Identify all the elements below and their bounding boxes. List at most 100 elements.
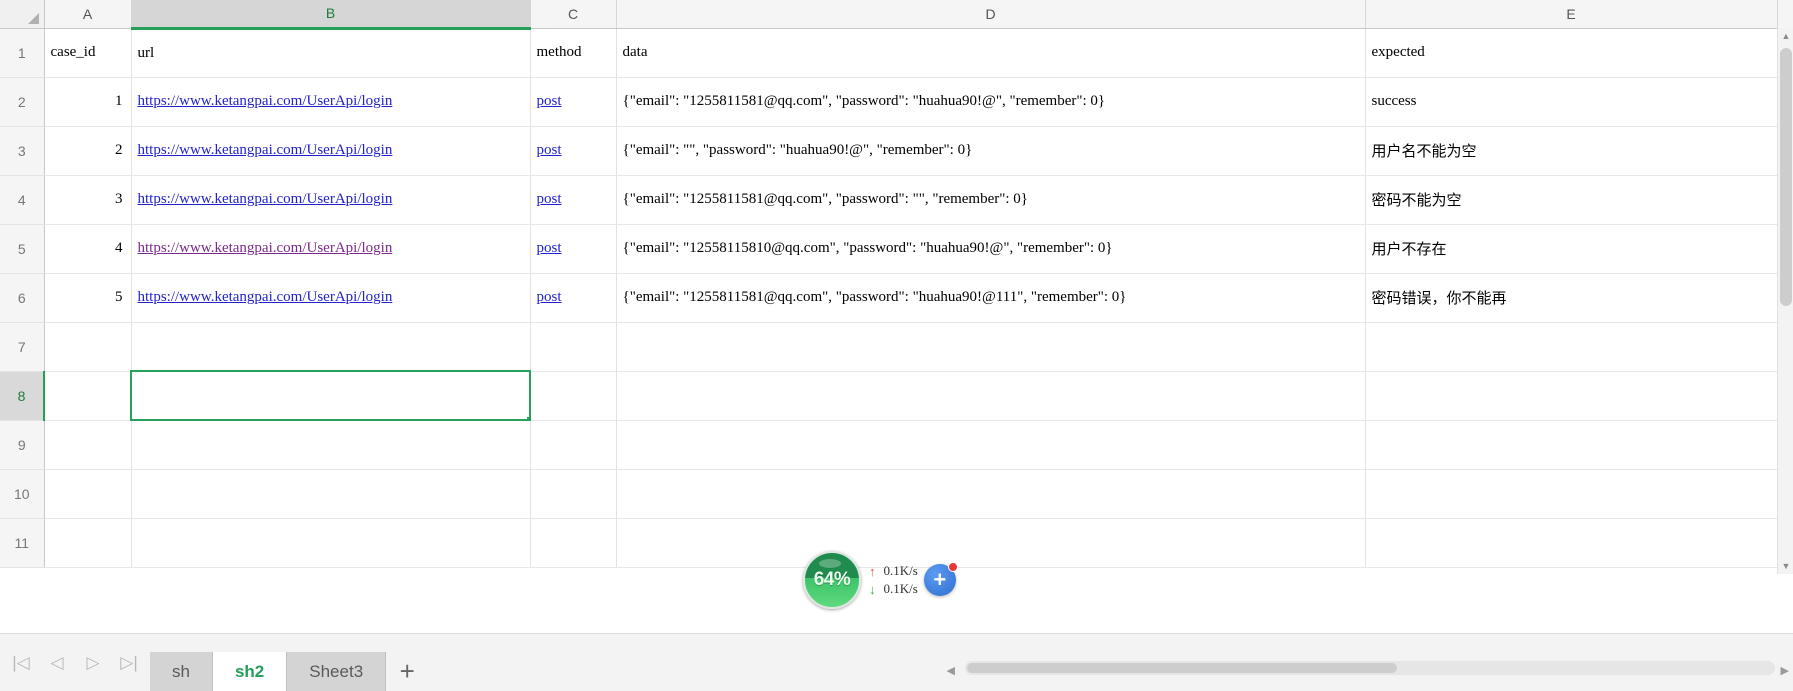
url-hyperlink[interactable]: https://www.ketangpai.com/UserApi/login <box>138 93 393 109</box>
cell-d3[interactable]: {"email": "", "password": "huahua90!@", … <box>616 126 1366 176</box>
cell-d6[interactable]: {"email": "1255811581@qq.com", "password… <box>616 273 1366 323</box>
cell-e11[interactable] <box>1365 518 1778 568</box>
cell-c9[interactable] <box>530 420 617 470</box>
cell-e5[interactable]: 用户不存在 <box>1365 224 1778 274</box>
cell-a9[interactable] <box>44 420 132 470</box>
cell-d4[interactable]: {"email": "1255811581@qq.com", "password… <box>616 175 1366 225</box>
scroll-down-icon[interactable]: ▼ <box>1778 558 1793 574</box>
cell-b11[interactable] <box>131 518 531 568</box>
cell-e6[interactable]: 密码错误，你不能再 <box>1365 273 1778 323</box>
first-sheet-icon[interactable]: |◁ <box>10 653 32 673</box>
scroll-left-icon[interactable]: ◀ <box>947 664 955 677</box>
row-header-2[interactable]: 2 <box>0 77 45 127</box>
cell-a10[interactable] <box>44 469 132 519</box>
cell-a4[interactable]: 3 <box>44 175 132 225</box>
method-hyperlink[interactable]: post <box>537 93 562 109</box>
cell-a11[interactable] <box>44 518 132 568</box>
cell-e3[interactable]: 用户名不能为空 <box>1365 126 1778 176</box>
cell-a7[interactable] <box>44 322 132 372</box>
url-hyperlink[interactable]: https://www.ketangpai.com/UserApi/login <box>138 142 393 158</box>
cell-e4[interactable]: 密码不能为空 <box>1365 175 1778 225</box>
cell-b1[interactable]: url <box>131 28 531 78</box>
row-header-10[interactable]: 10 <box>0 469 45 519</box>
cell-a8[interactable] <box>44 371 132 421</box>
sheet-tab-sh[interactable]: sh <box>150 651 213 691</box>
cell-b3[interactable]: https://www.ketangpai.com/UserApi/login <box>131 126 531 176</box>
cell-e2[interactable]: success <box>1365 77 1778 127</box>
add-widget-button[interactable]: + <box>923 562 958 596</box>
cell-b8-selected[interactable] <box>130 370 531 421</box>
memory-usage-gauge[interactable]: 64% <box>803 551 861 609</box>
url-hyperlink[interactable]: https://www.ketangpai.com/UserApi/login <box>138 240 393 256</box>
fill-handle[interactable] <box>526 416 528 418</box>
column-header-c[interactable]: C <box>530 0 617 29</box>
row-header-8[interactable]: 8 <box>0 371 45 421</box>
cell-e10[interactable] <box>1365 469 1778 519</box>
cell-b2[interactable]: https://www.ketangpai.com/UserApi/login <box>131 77 531 127</box>
url-hyperlink[interactable]: https://www.ketangpai.com/UserApi/login <box>138 191 393 207</box>
cell-c5[interactable]: post <box>530 224 617 274</box>
vertical-scroll-thumb[interactable] <box>1780 48 1792 306</box>
cell-e1[interactable]: expected <box>1365 28 1778 78</box>
cell-c10[interactable] <box>530 469 617 519</box>
method-hyperlink[interactable]: post <box>537 142 562 158</box>
row-header-1[interactable]: 1 <box>0 28 45 78</box>
cell-b6[interactable]: https://www.ketangpai.com/UserApi/login <box>131 273 531 323</box>
cell-c7[interactable] <box>530 322 617 372</box>
column-header-d[interactable]: D <box>616 0 1366 29</box>
horizontal-scroll-thumb[interactable] <box>967 663 1397 673</box>
cell-c2[interactable]: post <box>530 77 617 127</box>
cell-d7[interactable] <box>616 322 1366 372</box>
cell-d9[interactable] <box>616 420 1366 470</box>
cell-a6[interactable]: 5 <box>44 273 132 323</box>
vertical-scrollbar[interactable]: ▲ ▼ <box>1777 28 1793 574</box>
network-monitor-widget[interactable]: 64% ↑ 0.1K/s ↓ 0.1K/s + <box>803 551 971 609</box>
cell-c11[interactable] <box>530 518 617 568</box>
cell-e9[interactable] <box>1365 420 1778 470</box>
column-header-b[interactable]: B <box>131 0 531 30</box>
cell-b7[interactable] <box>131 322 531 372</box>
scroll-up-icon[interactable]: ▲ <box>1778 28 1793 44</box>
prev-sheet-icon[interactable]: ◁ <box>46 653 68 673</box>
url-hyperlink[interactable]: https://www.ketangpai.com/UserApi/login <box>138 289 393 305</box>
row-header-3[interactable]: 3 <box>0 126 45 176</box>
row-header-5[interactable]: 5 <box>0 224 45 274</box>
spreadsheet-grid[interactable]: A B C D E 1 case_id url method data expe… <box>0 0 1793 633</box>
method-hyperlink[interactable]: post <box>537 289 562 305</box>
cell-d10[interactable] <box>616 469 1366 519</box>
add-sheet-button[interactable]: + <box>386 652 428 691</box>
cell-d5[interactable]: {"email": "12558115810@qq.com", "passwor… <box>616 224 1366 274</box>
cell-d11[interactable] <box>616 518 1366 568</box>
cell-b10[interactable] <box>131 469 531 519</box>
cell-b4[interactable]: https://www.ketangpai.com/UserApi/login <box>131 175 531 225</box>
cell-d2[interactable]: {"email": "1255811581@qq.com", "password… <box>616 77 1366 127</box>
cell-d8[interactable] <box>616 371 1366 421</box>
cell-c8[interactable] <box>530 371 617 421</box>
cell-c4[interactable]: post <box>530 175 617 225</box>
row-header-6[interactable]: 6 <box>0 273 45 323</box>
cell-b5[interactable]: https://www.ketangpai.com/UserApi/login <box>131 224 531 274</box>
scroll-right-icon[interactable]: ▶ <box>1781 664 1789 677</box>
cell-a5[interactable]: 4 <box>44 224 132 274</box>
method-hyperlink[interactable]: post <box>537 191 562 207</box>
next-sheet-icon[interactable]: ▷ <box>82 653 104 673</box>
cell-a1[interactable]: case_id <box>44 28 132 78</box>
column-header-e[interactable]: E <box>1365 0 1778 29</box>
cell-a2[interactable]: 1 <box>44 77 132 127</box>
cell-e8[interactable] <box>1365 371 1778 421</box>
cell-b9[interactable] <box>131 420 531 470</box>
row-header-11[interactable]: 11 <box>0 518 45 568</box>
row-header-9[interactable]: 9 <box>0 420 45 470</box>
cell-e7[interactable] <box>1365 322 1778 372</box>
last-sheet-icon[interactable]: ▷| <box>118 653 140 673</box>
cell-d1[interactable]: data <box>616 28 1366 78</box>
cell-c1[interactable]: method <box>530 28 617 78</box>
cell-c6[interactable]: post <box>530 273 617 323</box>
horizontal-scrollbar[interactable] <box>965 661 1775 675</box>
sheet-tab-sheet3[interactable]: Sheet3 <box>287 651 387 691</box>
row-header-7[interactable]: 7 <box>0 322 45 372</box>
column-header-a[interactable]: A <box>44 0 132 29</box>
cell-a3[interactable]: 2 <box>44 126 132 176</box>
select-all-corner[interactable] <box>0 0 45 29</box>
cell-c3[interactable]: post <box>530 126 617 176</box>
